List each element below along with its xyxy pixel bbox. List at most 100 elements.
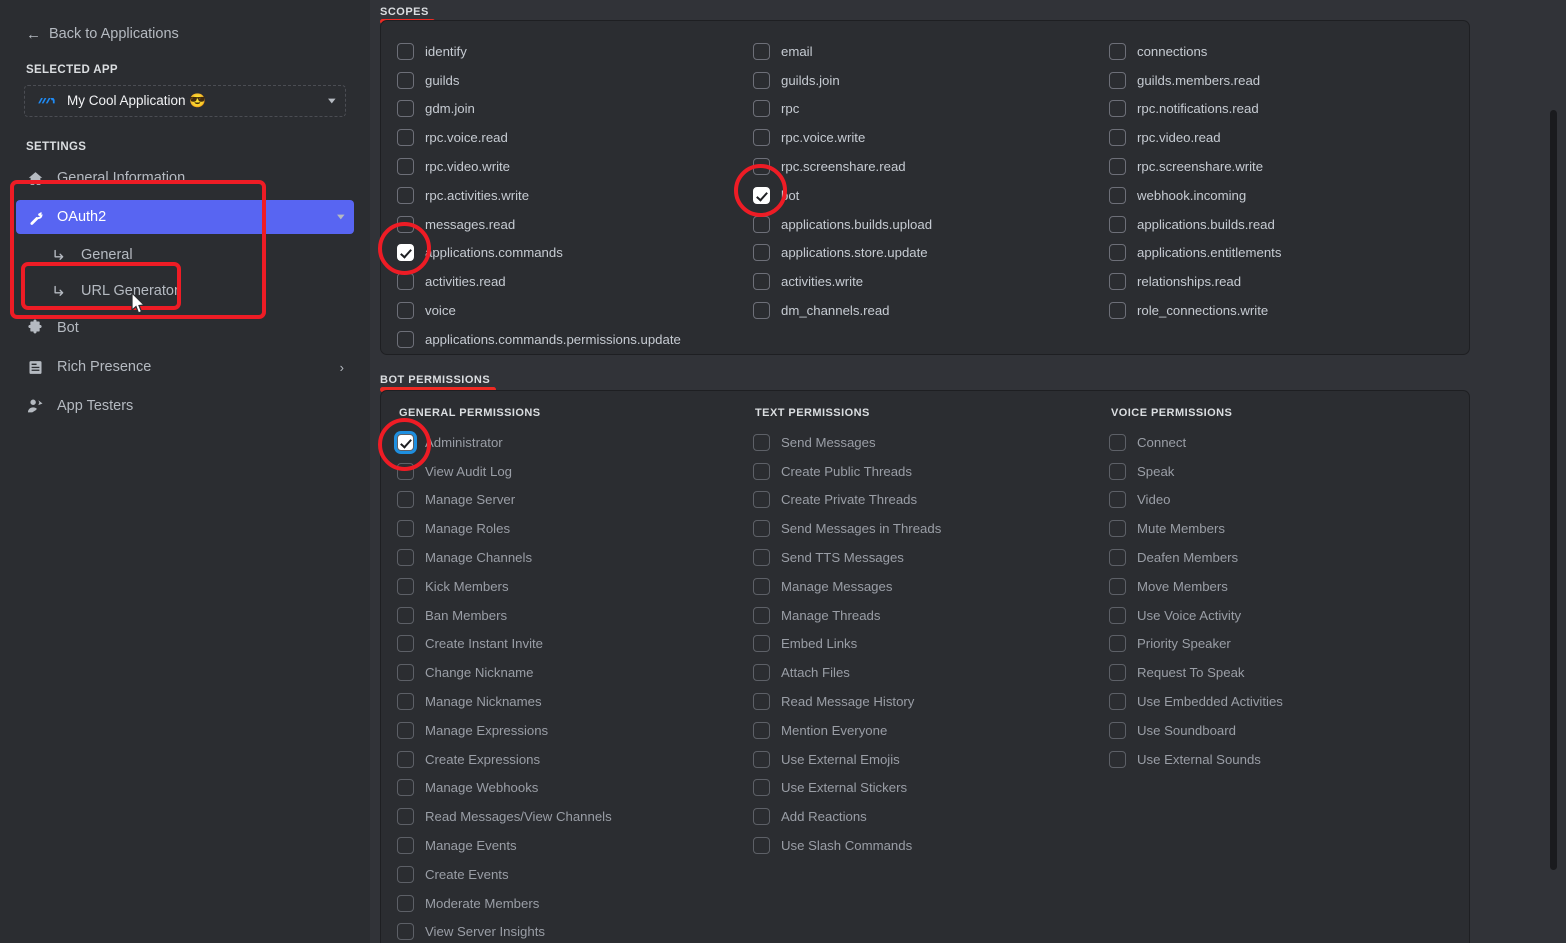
checkbox[interactable] <box>397 491 414 509</box>
permission-row[interactable]: Create Events <box>397 860 753 889</box>
checkbox[interactable] <box>1109 606 1126 624</box>
checkbox[interactable] <box>753 635 770 653</box>
checkbox[interactable] <box>397 635 414 653</box>
scope-row[interactable]: identify <box>397 37 753 66</box>
checkbox[interactable] <box>1109 186 1126 204</box>
scope-row[interactable]: rpc.screenshare.read <box>753 152 1109 181</box>
checkbox[interactable] <box>753 433 770 451</box>
permission-row[interactable]: Mute Members <box>1109 514 1465 543</box>
checkbox[interactable] <box>397 837 414 855</box>
scope-row[interactable]: activities.read <box>397 267 753 296</box>
scope-row[interactable]: rpc <box>753 95 1109 124</box>
permission-row[interactable]: Manage Roles <box>397 514 753 543</box>
checkbox[interactable] <box>753 664 770 682</box>
checkbox[interactable] <box>753 808 770 826</box>
scope-row[interactable]: rpc.screenshare.write <box>1109 152 1465 181</box>
scope-row[interactable]: guilds.members.read <box>1109 66 1465 95</box>
checkbox[interactable] <box>1109 42 1126 60</box>
permission-row[interactable]: Connect <box>1109 428 1465 457</box>
checkbox[interactable] <box>397 244 414 262</box>
permission-row[interactable]: Add Reactions <box>753 802 1109 831</box>
permission-row[interactable]: Use External Sounds <box>1109 745 1465 774</box>
sidebar-item-oauth2[interactable]: OAuth2 ▾ <box>16 200 354 234</box>
checkbox[interactable] <box>753 302 770 320</box>
permission-row[interactable]: Send TTS Messages <box>753 543 1109 572</box>
permission-row[interactable]: Deafen Members <box>1109 543 1465 572</box>
checkbox[interactable] <box>753 273 770 291</box>
checkbox[interactable] <box>397 520 414 538</box>
permission-row[interactable]: Move Members <box>1109 572 1465 601</box>
checkbox[interactable] <box>1109 462 1126 480</box>
permission-row[interactable]: Mention Everyone <box>753 716 1109 745</box>
permission-row[interactable]: Manage Messages <box>753 572 1109 601</box>
permission-row[interactable]: Priority Speaker <box>1109 630 1465 659</box>
checkbox[interactable] <box>1109 215 1126 233</box>
permission-row[interactable]: Attach Files <box>753 658 1109 687</box>
checkbox[interactable] <box>753 577 770 595</box>
permission-row[interactable]: Embed Links <box>753 630 1109 659</box>
checkbox[interactable] <box>1109 577 1126 595</box>
permission-row[interactable]: Moderate Members <box>397 889 753 918</box>
sidebar-item-general-information[interactable]: General Information <box>16 161 354 195</box>
permission-row[interactable]: Video <box>1109 486 1465 515</box>
checkbox[interactable] <box>753 750 770 768</box>
permission-row[interactable]: Create Expressions <box>397 745 753 774</box>
checkbox[interactable] <box>753 721 770 739</box>
selected-app-dropdown[interactable]: My Cool Application 😎 ▾ <box>24 85 346 117</box>
checkbox[interactable] <box>1109 750 1126 768</box>
checkbox[interactable] <box>1109 520 1126 538</box>
checkbox[interactable] <box>397 549 414 567</box>
permission-row[interactable]: Use External Stickers <box>753 774 1109 803</box>
permission-row[interactable]: Manage Webhooks <box>397 774 753 803</box>
permission-row[interactable]: Read Messages/View Channels <box>397 802 753 831</box>
checkbox[interactable] <box>1109 693 1126 711</box>
checkbox[interactable] <box>397 779 414 797</box>
permission-row[interactable]: Administrator <box>397 428 753 457</box>
permission-row[interactable]: Read Message History <box>753 687 1109 716</box>
scope-row[interactable]: relationships.read <box>1109 267 1465 296</box>
checkbox[interactable] <box>397 577 414 595</box>
scope-row[interactable]: applications.store.update <box>753 239 1109 268</box>
checkbox[interactable] <box>753 549 770 567</box>
checkbox[interactable] <box>1109 100 1126 118</box>
scope-row[interactable]: rpc.video.write <box>397 152 753 181</box>
permission-row[interactable]: Manage Nicknames <box>397 687 753 716</box>
permission-row[interactable]: View Server Insights <box>397 918 753 943</box>
checkbox[interactable] <box>753 837 770 855</box>
checkbox[interactable] <box>753 215 770 233</box>
checkbox[interactable] <box>397 462 414 480</box>
scope-row[interactable]: webhook.incoming <box>1109 181 1465 210</box>
checkbox[interactable] <box>753 244 770 262</box>
scope-row[interactable]: rpc.voice.read <box>397 123 753 152</box>
checkbox[interactable] <box>753 100 770 118</box>
permission-row[interactable]: Manage Events <box>397 831 753 860</box>
permission-row[interactable]: Create Public Threads <box>753 457 1109 486</box>
checkbox[interactable] <box>753 606 770 624</box>
permission-row[interactable]: Use Embedded Activities <box>1109 687 1465 716</box>
permission-row[interactable]: Speak <box>1109 457 1465 486</box>
checkbox[interactable] <box>1109 71 1126 89</box>
permission-row[interactable]: Manage Threads <box>753 601 1109 630</box>
scope-row[interactable]: gdm.join <box>397 95 753 124</box>
checkbox[interactable] <box>1109 273 1126 291</box>
checkbox[interactable] <box>397 923 414 941</box>
scope-row[interactable]: rpc.video.read <box>1109 123 1465 152</box>
scope-row[interactable]: applications.builds.upload <box>753 210 1109 239</box>
scope-row[interactable]: connections <box>1109 37 1465 66</box>
checkbox[interactable] <box>397 100 414 118</box>
scope-row[interactable]: applications.commands <box>397 239 753 268</box>
scope-row[interactable]: messages.read <box>397 210 753 239</box>
sidebar-subitem-general[interactable]: General <box>16 239 354 271</box>
scope-row[interactable]: applications.commands.permissions.update <box>397 325 753 354</box>
scrollbar-thumb[interactable] <box>1550 110 1557 870</box>
scope-row[interactable]: activities.write <box>753 267 1109 296</box>
checkbox[interactable] <box>1109 158 1126 176</box>
checkbox[interactable] <box>397 186 414 204</box>
checkbox[interactable] <box>397 693 414 711</box>
scope-row[interactable]: rpc.activities.write <box>397 181 753 210</box>
scope-row[interactable]: applications.builds.read <box>1109 210 1465 239</box>
checkbox[interactable] <box>397 215 414 233</box>
scope-row[interactable]: email <box>753 37 1109 66</box>
checkbox[interactable] <box>397 158 414 176</box>
checkbox[interactable] <box>397 721 414 739</box>
